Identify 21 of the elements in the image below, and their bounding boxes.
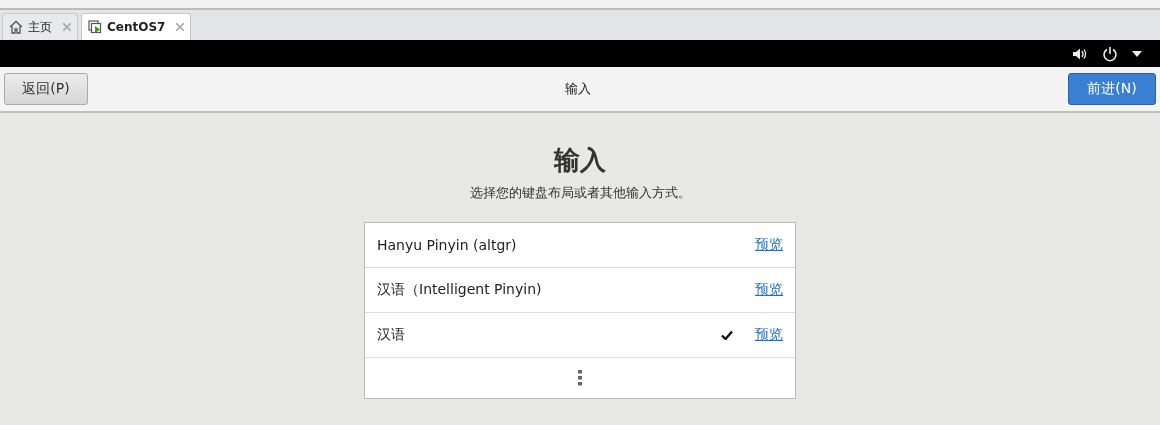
page-title: 输入 <box>565 80 591 98</box>
tab-label: 主页 <box>28 18 52 36</box>
tab-label: CentOS7 <box>107 20 166 34</box>
preview-link[interactable]: 预览 <box>755 281 783 299</box>
back-button[interactable]: 返回(P) <box>4 73 88 105</box>
caret-icon[interactable] <box>1132 50 1142 57</box>
preview-link[interactable]: 预览 <box>755 326 783 344</box>
input-source-name[interactable]: 汉语 <box>377 326 721 344</box>
more-icon[interactable] <box>578 370 582 386</box>
power-icon[interactable] <box>1102 45 1118 62</box>
next-button[interactable]: 前进(N) <box>1068 73 1156 105</box>
home-icon <box>9 20 23 34</box>
subtitle: 选择您的键盘布局或者其他输入方式。 <box>469 184 691 202</box>
tab[interactable]: CentOS7 <box>81 13 192 40</box>
input-source-name[interactable]: Hanyu Pinyin (altgr) <box>377 237 721 253</box>
virtual-machine-icon <box>88 20 102 34</box>
preview-link[interactable]: 预览 <box>755 236 783 254</box>
heading: 输入 <box>554 144 606 177</box>
tab[interactable]: 主页 <box>2 13 78 40</box>
speaker-icon[interactable] <box>1072 46 1088 61</box>
input-source-name[interactable]: 汉语（Intelligent Pinyin) <box>377 281 721 299</box>
